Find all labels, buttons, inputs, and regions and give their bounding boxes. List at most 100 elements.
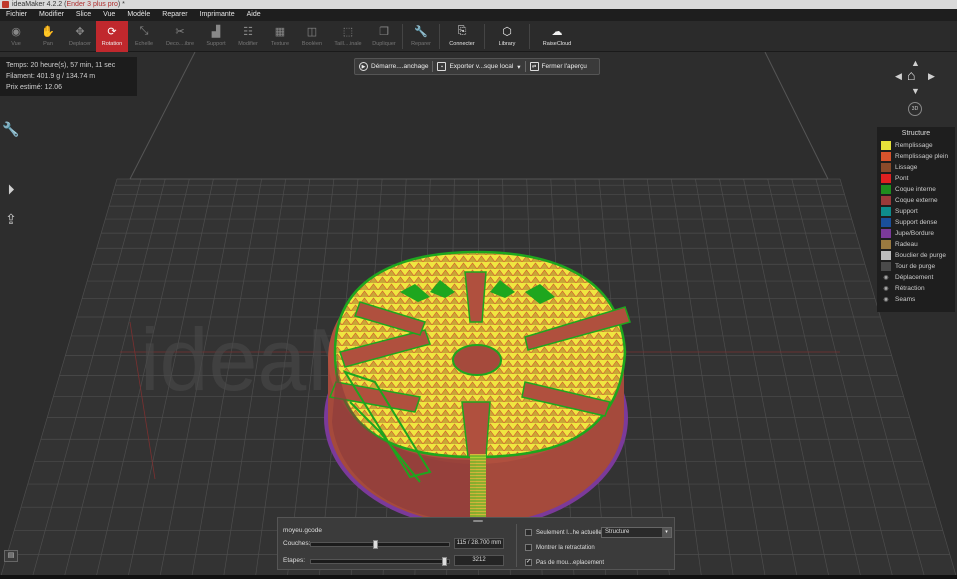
only-current-layer-checkbox[interactable]: Seulement l...he actuelle xyxy=(525,529,602,536)
tool-reparer[interactable]: 🔧 Reparer xyxy=(405,21,437,52)
tool-texture-label: Texture xyxy=(270,41,290,47)
legend-item[interactable]: Coque interne xyxy=(881,184,951,195)
tool-decoupe[interactable]: ✂ Deco....ibre xyxy=(160,21,200,52)
scale-icon: ⤡ xyxy=(139,24,149,37)
close-preview-button[interactable]: ⇄ Fermer l'aperçu xyxy=(526,59,591,74)
tool-booleen[interactable]: ◫ Booléen xyxy=(296,21,328,52)
tool-deplacer[interactable]: ✥ Deplacer xyxy=(64,21,96,52)
legend-swatch[interactable] xyxy=(881,185,891,194)
tool-echelle-label: Echelle xyxy=(134,41,154,47)
legend-swatch[interactable] xyxy=(881,262,891,271)
status-button[interactable]: ▤ xyxy=(4,550,18,562)
legend-toggle-seams[interactable]: ◉ Seams xyxy=(881,294,951,305)
view-navigation: ▲ ◀ ⌂ ▶ ▼ 3D xyxy=(893,58,938,123)
only-current-layer-label: Seulement l...he actuelle xyxy=(536,529,602,536)
texture-icon: ▦ xyxy=(274,25,286,38)
tool-vue[interactable]: ◉ Vue xyxy=(0,21,32,52)
tool-rotation[interactable]: ⟳ Rotation xyxy=(96,21,128,52)
legend-swatch[interactable] xyxy=(881,240,891,249)
steps-slider[interactable] xyxy=(310,557,450,566)
legend-swatch[interactable] xyxy=(881,251,891,260)
play-icon[interactable]: ⏵ xyxy=(2,180,20,198)
legend-toggle-retraction[interactable]: ◉ Rétraction xyxy=(881,283,951,294)
legend-swatch[interactable] xyxy=(881,152,891,161)
upload-icon[interactable]: ⇪ xyxy=(2,210,20,228)
window-title-suffix: ) * xyxy=(117,1,125,8)
checkbox-box[interactable] xyxy=(525,544,532,551)
tool-connecter[interactable]: ⎘ Connecter xyxy=(442,21,482,52)
close-preview-icon: ⇄ xyxy=(529,62,539,71)
legend-item[interactable]: Remplissage plein xyxy=(881,151,951,162)
structure-select[interactable]: Structure ▾ xyxy=(601,527,672,538)
tool-raisecloud[interactable]: ☁ RaiseCloud xyxy=(532,21,582,52)
tool-taille[interactable]: ⬚ Taill....inale xyxy=(328,21,368,52)
legend-item[interactable]: Coque externe xyxy=(881,195,951,206)
legend-swatch[interactable] xyxy=(881,141,891,150)
no-travel-checkbox[interactable]: ✓ Pas de mou...eplacement xyxy=(525,559,604,566)
view-3d-button[interactable]: 3D xyxy=(908,102,922,116)
legend-item[interactable]: Jupe/Bordure xyxy=(881,228,951,239)
tool-echelle[interactable]: ⤡ Echelle xyxy=(128,21,160,52)
eye-icon[interactable]: ◉ xyxy=(881,274,891,281)
checkbox-checked[interactable]: ✓ xyxy=(525,559,532,566)
start-printing-button[interactable]: ▶ Démarre....anchage xyxy=(355,59,432,74)
steps-value[interactable]: 3212 xyxy=(454,555,504,566)
menu-vue[interactable]: Vue xyxy=(97,9,121,21)
legend-item[interactable]: Support dense xyxy=(881,217,951,228)
show-retraction-checkbox[interactable]: Montrer la retractation xyxy=(525,544,595,551)
tool-dupliquer[interactable]: ❐ Dupliquer xyxy=(368,21,400,52)
arrow-left-icon[interactable]: ◀ xyxy=(895,71,902,82)
legend-item-label: Jupe/Bordure xyxy=(895,230,935,237)
legend-item[interactable]: Support xyxy=(881,206,951,217)
legend-item[interactable]: Radeau xyxy=(881,239,951,250)
legend-swatch[interactable] xyxy=(881,229,891,238)
menu-modifier[interactable]: Modifier xyxy=(33,9,70,21)
tool-support[interactable]: ▟ Support xyxy=(200,21,232,52)
arrow-down-icon[interactable]: ▼ xyxy=(911,86,920,96)
tool-texture[interactable]: ▦ Texture xyxy=(264,21,296,52)
menu-imprimante[interactable]: Imprimante xyxy=(194,9,241,21)
steps-slider-thumb[interactable] xyxy=(442,557,448,566)
legend-item[interactable]: Lissage xyxy=(881,162,951,173)
tool-library[interactable]: ⬡ Library xyxy=(487,21,527,52)
legend-item[interactable]: Remplissage xyxy=(881,140,951,151)
layers-slider-thumb[interactable] xyxy=(372,540,378,549)
menu-reparer[interactable]: Reparer xyxy=(156,9,193,21)
layers-slider[interactable] xyxy=(310,540,450,549)
menu-modele[interactable]: Modèle xyxy=(121,9,156,21)
eye-icon[interactable]: ◉ xyxy=(881,296,891,303)
menu-bar: Fichier Modifier Slice Vue Modèle Repare… xyxy=(0,9,957,21)
menu-slice[interactable]: Slice xyxy=(70,9,97,21)
arrow-right-icon[interactable]: ▶ xyxy=(928,71,935,82)
legend-toggle-deplacement[interactable]: ◉ Déplacement xyxy=(881,272,951,283)
home-icon[interactable]: ⌂ xyxy=(907,67,923,83)
export-local-button[interactable]: ▪ Exporter v...sque local ▾ xyxy=(433,59,524,74)
layers-label: Couches: xyxy=(283,540,311,547)
slice-info-panel: Temps: 20 heure(s), 57 min, 11 sec Filam… xyxy=(0,57,137,96)
legend-item[interactable]: Tour de purge xyxy=(881,261,951,272)
tool-pan[interactable]: ✋ Pan xyxy=(32,21,64,52)
legend-item-label: Remplissage plein xyxy=(895,153,949,160)
legend-item[interactable]: Pont xyxy=(881,173,951,184)
tool-pan-label: Pan xyxy=(43,41,53,47)
eye-icon[interactable]: ◉ xyxy=(881,285,891,292)
layers-value[interactable]: 115 / 28.700 mm xyxy=(454,538,504,549)
wrench-icon[interactable]: 🔧 xyxy=(2,120,20,138)
panel-grip-handle[interactable] xyxy=(473,520,483,522)
tool-connecter-label: Connecter xyxy=(449,41,475,47)
tool-modifier-label: Modifier xyxy=(238,41,258,47)
tool-modifier[interactable]: ☷ Modifier xyxy=(232,21,264,52)
legend-swatch[interactable] xyxy=(881,174,891,183)
tool-rotation-label: Rotation xyxy=(101,41,123,47)
legend-swatch[interactable] xyxy=(881,163,891,172)
legend-swatch[interactable] xyxy=(881,207,891,216)
legend-swatch[interactable] xyxy=(881,196,891,205)
menu-fichier[interactable]: Fichier xyxy=(0,9,33,21)
viewport-3d[interactable]: ideaMaker xyxy=(0,52,957,579)
legend-swatch[interactable] xyxy=(881,218,891,227)
menu-aide[interactable]: Aide xyxy=(241,9,267,21)
legend-item[interactable]: Bouclier de purge xyxy=(881,250,951,261)
checkbox-box[interactable] xyxy=(525,529,532,536)
chevron-down-icon[interactable]: ▾ xyxy=(662,528,671,537)
chevron-down-icon[interactable]: ▾ xyxy=(517,63,520,71)
